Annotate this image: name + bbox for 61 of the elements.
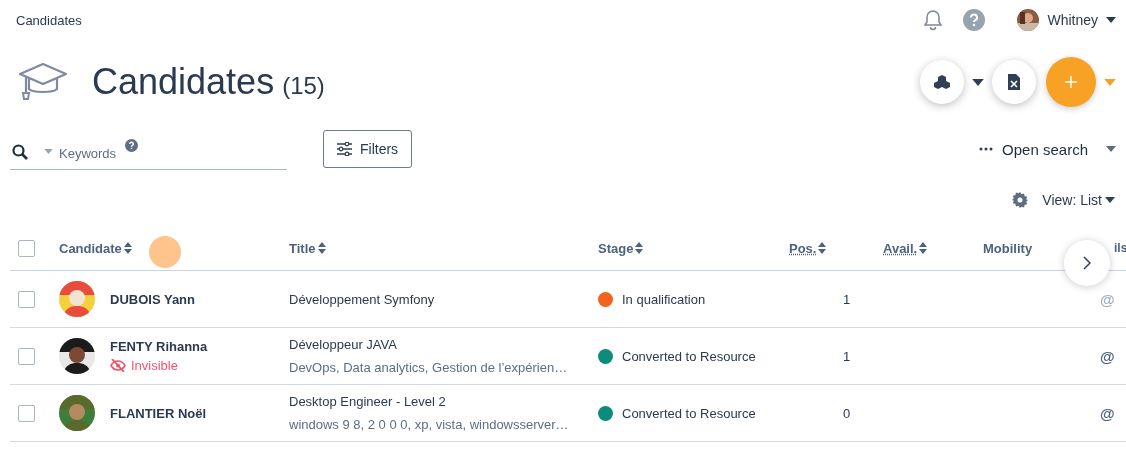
sort-icon[interactable]	[635, 242, 644, 254]
caret-icon[interactable]	[972, 78, 984, 86]
email-link[interactable]: @	[1100, 404, 1115, 422]
column-header: Mobility	[983, 240, 1033, 256]
open-search-button[interactable]: Open search	[979, 140, 1116, 158]
job-title: Desktop Engineer - Level 2	[289, 394, 446, 409]
job-title: Développeur JAVA	[289, 337, 397, 352]
cubes-icon	[934, 75, 950, 89]
caret-icon	[1106, 146, 1116, 152]
sort-icon[interactable]	[317, 242, 326, 254]
stage-label: Converted to Resource	[622, 405, 756, 421]
chevron-right-icon	[1083, 256, 1091, 270]
bell-icon[interactable]	[923, 9, 944, 31]
cursor-highlight	[149, 236, 181, 268]
view-dropdown[interactable]: View: List	[1042, 192, 1115, 208]
caret-icon	[1106, 17, 1116, 23]
checkbox[interactable]	[18, 404, 35, 422]
table-cell: 0	[843, 405, 851, 421]
column-header[interactable]: Title	[289, 240, 326, 256]
sort-icon[interactable]	[919, 242, 928, 254]
job-title: Développement Symfony	[289, 291, 435, 307]
candidate-name[interactable]: FENTY Rihanna	[110, 339, 208, 354]
filters-button[interactable]: Filters	[323, 130, 413, 168]
checkbox[interactable]	[18, 239, 35, 257]
eye-slash-icon	[110, 359, 126, 372]
user-menu[interactable]: Whitney	[1017, 9, 1116, 31]
visibility-status: Invisible	[131, 358, 178, 373]
caret-icon	[44, 149, 53, 154]
spreadsheet-file-icon	[1008, 74, 1020, 90]
candidate-name[interactable]: FLANTIER Noël	[110, 405, 207, 421]
table-cell: 1	[843, 348, 851, 364]
page-heading: Candidates	[92, 61, 275, 103]
more-icon	[979, 147, 994, 151]
column-header[interactable]: Candidate	[59, 240, 132, 256]
column-header[interactable]: Pos.	[789, 240, 827, 256]
plus-icon	[1065, 76, 1077, 88]
search-icon	[12, 143, 28, 160]
settings-icon[interactable]	[1012, 192, 1029, 208]
export-button[interactable]	[992, 60, 1036, 104]
skills-text: DevOps, Data analytics, Gestion de l’expérien…	[289, 360, 568, 375]
stage-label: Converted to Resource	[622, 348, 756, 364]
graduation-cap-icon	[18, 61, 68, 103]
checkbox[interactable]	[18, 290, 35, 308]
help-icon[interactable]	[963, 9, 986, 31]
email-link[interactable]: @	[1100, 347, 1115, 365]
column-header[interactable]: Stage	[598, 240, 644, 256]
candidate-name[interactable]: DUBOIS Yann	[110, 291, 195, 307]
skills-text: windows 9 8, 2 0 0 0, xp, vista, windowsserver…	[289, 417, 569, 432]
sliders-icon	[337, 142, 352, 156]
page-title: Candidates	[16, 12, 82, 28]
sort-icon[interactable]	[123, 242, 132, 254]
stage-label: In qualification	[622, 291, 706, 307]
cubes-button[interactable]	[920, 60, 964, 104]
help-icon	[125, 138, 138, 152]
candidate-count: (15)	[282, 72, 325, 100]
sort-icon[interactable]	[818, 242, 827, 254]
column-header[interactable]: Avail.	[883, 240, 928, 256]
caret-icon	[1105, 197, 1115, 203]
column-header: ils	[1114, 241, 1126, 255]
checkbox[interactable]	[18, 347, 35, 365]
table-cell: 1	[843, 291, 851, 307]
